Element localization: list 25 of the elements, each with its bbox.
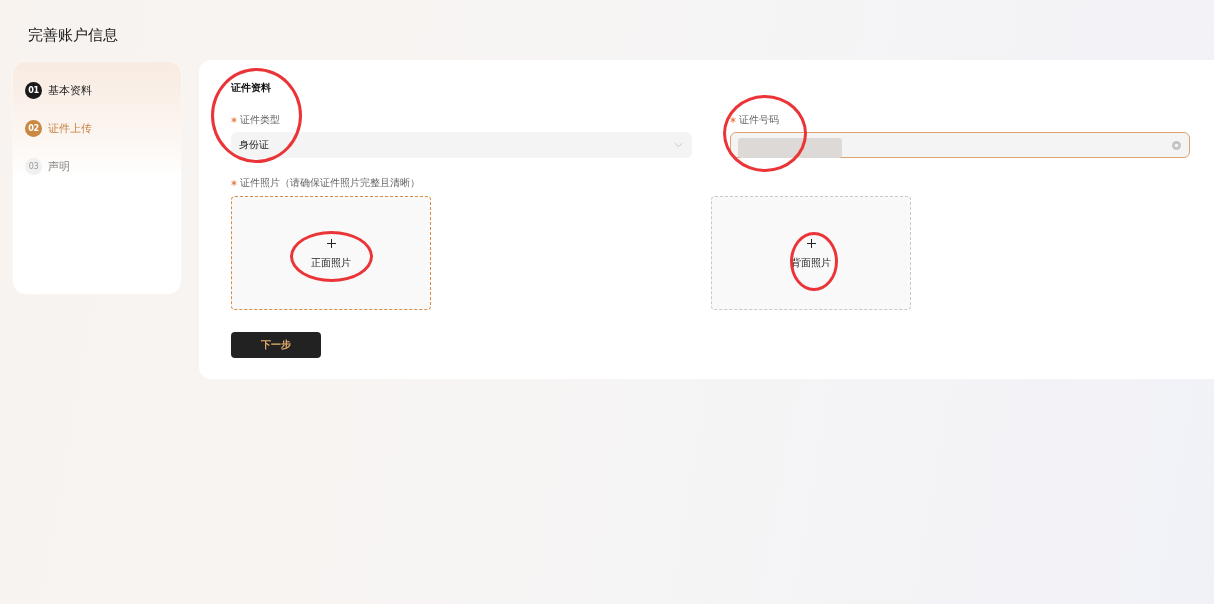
- page-title: 完善账户信息: [28, 25, 119, 45]
- chevron-down-icon: [673, 142, 683, 148]
- field-label: 证件号码: [738, 113, 779, 127]
- step-label: 基本资料: [48, 83, 92, 98]
- step-number-badge: 01: [25, 82, 42, 99]
- step-label: 声明: [48, 159, 70, 174]
- plus-icon: [326, 238, 336, 248]
- field-label: 证件照片（请确保证件照片完整且清晰）: [240, 176, 420, 190]
- step-number-badge: 02: [25, 120, 42, 137]
- step-item[interactable]: 03 声明: [25, 157, 181, 176]
- clear-icon[interactable]: [1172, 140, 1181, 150]
- upload-label: 正面照片: [311, 255, 351, 270]
- id-type-select[interactable]: 身份证: [231, 132, 692, 158]
- section-title: 证件资料: [231, 81, 272, 95]
- upload-label: 背面照片: [791, 255, 831, 270]
- photo-upload-tile[interactable]: 背面照片: [711, 196, 911, 310]
- photo-upload-tile[interactable]: 正面照片: [231, 196, 431, 310]
- plus-icon: [806, 238, 816, 248]
- next-button[interactable]: 下一步: [231, 332, 321, 358]
- id-number-field[interactable]: [729, 132, 1190, 158]
- step-number-badge: 03: [25, 158, 42, 175]
- step-label: 证件上传: [48, 121, 92, 136]
- select-value: 身份证: [239, 138, 270, 152]
- step-item[interactable]: 01 基本资料: [25, 81, 181, 100]
- field-label: 证件类型: [240, 113, 280, 127]
